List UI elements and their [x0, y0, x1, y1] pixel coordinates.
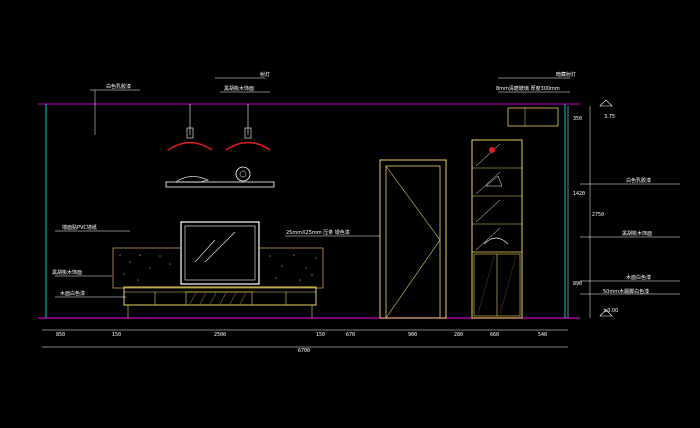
glass-shelf-diagonals: [475, 143, 501, 251]
dim-right-3: 890: [573, 281, 582, 287]
leader-lines: [55, 77, 680, 298]
label-walnut-veneer: 黑胡桃木饰面: [52, 269, 82, 276]
dim-bottom-1: 850: [56, 332, 65, 338]
label-black-mirror: 黑胡桃木饰面: [224, 85, 254, 92]
dim-bottom-2: 150: [112, 332, 121, 338]
cabinet-ornament-3: [483, 237, 509, 245]
shelf-ornament-bird: [175, 176, 209, 183]
label-glass-shelf-desc: 8mm清磨玻璃 厚度300mm: [496, 85, 560, 92]
tv-cabinet: [123, 286, 317, 306]
dim-right-1: 350: [573, 116, 582, 122]
cabinet-hatch-lines: [189, 292, 247, 305]
dim-bottom-8: 660: [490, 332, 499, 338]
elev-marker-top: [599, 99, 613, 107]
tv-frame: [180, 221, 260, 285]
dim-bottom-9: 540: [538, 332, 547, 338]
door-swing: [385, 165, 441, 319]
dim-right-total: 2750: [592, 212, 604, 218]
lamp-right-shade: [225, 141, 271, 151]
door-frame: [379, 159, 447, 319]
lamp-left-shade: [167, 141, 213, 151]
dim-bottom-3: 2500: [214, 332, 226, 338]
dim-bottom-7: 280: [454, 332, 463, 338]
shelf-ornament-clock: [235, 166, 251, 182]
dim-total: 6700: [298, 348, 310, 354]
label-right-white-paint: 白色乳胶漆: [626, 177, 651, 184]
dim-bottom-4: 150: [316, 332, 325, 338]
cabinet-hatch: [185, 291, 253, 306]
label-elev-bottom: ±0.00: [603, 308, 618, 314]
label-elev-top: 3.75: [604, 114, 615, 120]
label-right-wood-white: 木面白色漆: [626, 274, 651, 281]
label-wallpaper: 墙面贴PVC墙纸: [62, 224, 97, 231]
label-strip-trim: 25mmX25mm 压条 银色漆: [286, 229, 350, 236]
label-right-baseboard: 50mm木踢脚白色漆: [603, 288, 649, 295]
dim-right-2: 1420: [573, 191, 585, 197]
label-ceiling-paint: 白色乳胶漆: [106, 83, 131, 90]
dim-bottom-6: 900: [408, 332, 417, 338]
door-leaf: [385, 165, 441, 319]
dim-bottom-5: 670: [346, 332, 355, 338]
dim-lines: [42, 106, 591, 348]
label-glass-shelf-top: 暗藏射灯: [556, 71, 576, 78]
top-right-box: [507, 107, 559, 127]
label-right-walnut: 黑胡桃木饰面: [622, 230, 652, 237]
label-pendant-light: 射灯: [260, 71, 270, 78]
elevation-drawing: 白色乳胶漆 射灯 黑胡桃木饰面 暗藏射灯 8mm清磨玻璃 厚度300mm 墙面贴…: [38, 71, 680, 354]
cabinet-ornament-red: [489, 147, 495, 153]
wall-shelf: [165, 181, 275, 188]
clock-inner: [239, 170, 247, 178]
label-wood-white: 木面白色漆: [60, 290, 85, 297]
